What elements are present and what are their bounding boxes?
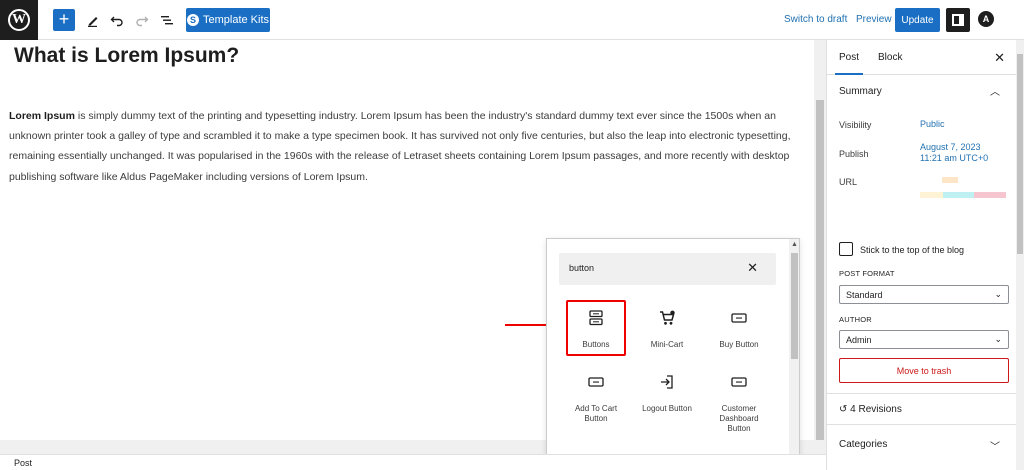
url-label: URL (839, 177, 858, 187)
block-item-label: Buy Button (719, 340, 759, 349)
settings-sidebar-toggle[interactable] (946, 8, 970, 32)
redo-icon[interactable] (131, 9, 153, 31)
author-select[interactable]: Admin ⌄ (839, 330, 1009, 349)
author-value: Admin (846, 335, 872, 345)
categories-panel-title[interactable]: Categories (839, 439, 887, 450)
author-label: AUTHOR (839, 315, 872, 324)
block-search-value: button (569, 263, 595, 273)
revisions-label: 4 Revisions (850, 404, 902, 415)
paragraph-bold-text: Lorem Ipsum (9, 110, 75, 122)
inserter-scrollbar[interactable]: ▲ ▼ (789, 239, 799, 469)
sidebar-icon (952, 14, 964, 26)
pencil-icon[interactable] (82, 9, 104, 31)
undo-icon[interactable] (106, 9, 128, 31)
block-item-add-to-cart-button[interactable]: Add To Cart Button (566, 374, 626, 424)
block-item-mini-cart[interactable]: Mini-Cart (637, 310, 697, 350)
post-title[interactable]: What is Lorem Ipsum? (14, 44, 239, 68)
button-icon (731, 377, 747, 387)
tab-block[interactable]: Block (878, 52, 902, 63)
revisions-icon: ↺ (839, 404, 848, 415)
block-item-buy-button[interactable]: Buy Button (709, 310, 769, 350)
sidebar-divider (827, 424, 1017, 425)
block-item-label: Customer Dashboard Button (719, 404, 759, 433)
list-view-icon[interactable] (156, 9, 178, 31)
chevron-up-icon[interactable]: ︿ (990, 83, 1000, 98)
post-format-select[interactable]: Standard ⌄ (839, 285, 1009, 304)
editor-scrollbar-thumb[interactable] (816, 100, 824, 440)
wordpress-logo-icon[interactable]: W (0, 0, 38, 40)
block-item-label: Logout Button (642, 404, 692, 413)
publish-date-value[interactable]: August 7, 2023 11:21 am UTC+0 (920, 142, 988, 164)
url-value-redacted[interactable] (942, 177, 958, 183)
revisions-link[interactable]: ↺ 4 Revisions (839, 404, 902, 415)
inserter-scrollbar-thumb[interactable] (791, 253, 798, 359)
publish-date: August 7, 2023 (920, 142, 981, 152)
block-item-logout-button[interactable]: Logout Button (637, 374, 697, 414)
editor-toolbar: W + S Template Kits Switch to draft Prev… (0, 0, 1024, 40)
settings-sidebar: Post Block ✕ Summary ︿ Visibility Public… (826, 40, 1017, 470)
template-kits-icon: S (186, 14, 199, 26)
annotation-highlight-box (566, 300, 626, 356)
clear-search-icon[interactable]: ✕ (747, 260, 758, 276)
sticky-label[interactable]: Stick to the top of the blog (860, 245, 964, 255)
summary-panel-title[interactable]: Summary (839, 86, 882, 97)
template-kits-label: Template Kits (202, 14, 270, 26)
chevron-down-icon[interactable]: ﹀ (990, 438, 1000, 453)
sidebar-divider (827, 393, 1017, 394)
astra-settings-button[interactable]: A (976, 8, 996, 30)
url-value-redacted (974, 192, 1006, 198)
move-to-trash-button[interactable]: Move to trash (839, 358, 1009, 383)
button-icon (731, 313, 747, 323)
sidebar-scrollbar-thumb[interactable] (1017, 54, 1023, 254)
publish-time: 11:21 am UTC+0 (920, 153, 989, 163)
switch-to-draft-link[interactable]: Switch to draft (784, 14, 847, 25)
sticky-checkbox[interactable] (839, 242, 853, 256)
button-icon (588, 377, 604, 387)
sidebar-scrollbar[interactable] (1016, 40, 1024, 470)
cart-icon (660, 310, 675, 325)
block-inserter-popover: button ✕ Buttons Mini-Cart Buy Button Ad… (546, 238, 800, 470)
close-sidebar-icon[interactable]: ✕ (994, 50, 1005, 66)
block-inserter-toggle-button[interactable]: + (53, 9, 75, 31)
editor-scrollbar[interactable] (814, 40, 826, 454)
sidebar-tabs: Post Block ✕ (827, 40, 1017, 75)
chevron-down-icon: ⌄ (994, 334, 1002, 344)
paragraph-block[interactable]: Lorem Ipsum is simply dummy text of the … (9, 106, 799, 187)
breadcrumb: Post (0, 454, 826, 470)
scroll-up-icon[interactable]: ▲ (791, 241, 798, 248)
astra-logo-icon: A (978, 11, 994, 27)
block-item-label: Mini-Cart (650, 340, 684, 349)
tab-post[interactable]: Post (834, 52, 864, 75)
block-item-customer-dashboard-button[interactable]: Customer Dashboard Button (709, 374, 769, 434)
post-format-label: POST FORMAT (839, 269, 895, 278)
block-search-input[interactable]: button ✕ (559, 253, 776, 285)
block-item-label: Add To Cart Button (574, 404, 618, 423)
paragraph-text: is simply dummy text of the printing and… (9, 110, 791, 183)
update-button[interactable]: Update (895, 8, 940, 32)
visibility-value[interactable]: Public (920, 119, 945, 130)
breadcrumb-item-post[interactable]: Post (14, 458, 32, 468)
chevron-down-icon: ⌄ (994, 289, 1002, 299)
preview-link[interactable]: Preview (856, 14, 892, 25)
logout-icon (661, 375, 673, 389)
post-format-value: Standard (846, 290, 883, 300)
visibility-label: Visibility (839, 120, 872, 130)
template-kits-button[interactable]: S Template Kits (186, 8, 270, 32)
publish-label: Publish (839, 149, 869, 159)
